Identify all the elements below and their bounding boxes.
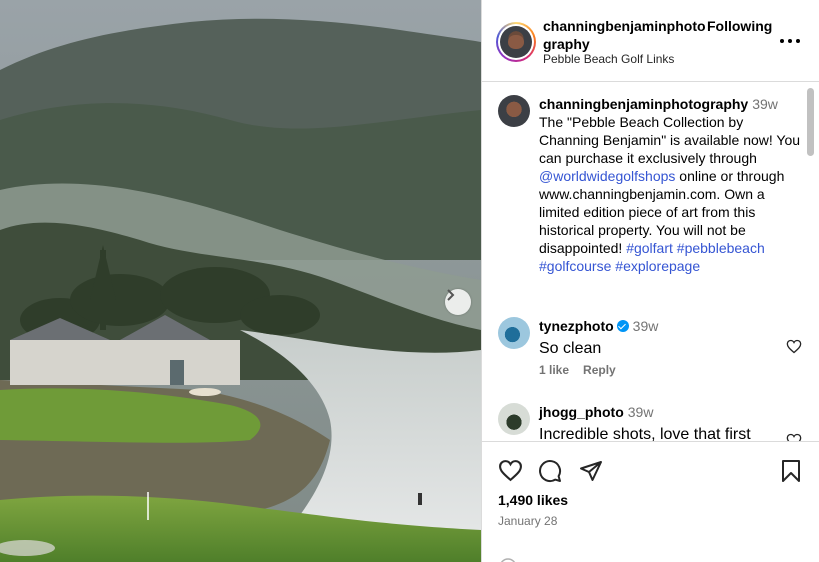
hashtag-link[interactable]: #golfart: [626, 240, 673, 256]
post-image[interactable]: [0, 0, 481, 562]
following-button[interactable]: Following: [707, 17, 772, 35]
comment-header: jhogg_photo 39w: [539, 403, 805, 421]
likes-count[interactable]: 1,490 likes: [498, 492, 568, 508]
comment-time: 39w: [632, 318, 659, 334]
next-image-button[interactable]: [445, 289, 471, 315]
mention-link[interactable]: @worldwidegolfshops: [539, 168, 675, 184]
paper-plane-icon[interactable]: [579, 459, 603, 488]
comment-header: tynezphoto 39w: [539, 317, 805, 335]
bookmark-icon[interactable]: [780, 459, 802, 488]
caption-body: channingbenjaminphotography 39w The "Pebb…: [539, 95, 805, 275]
comment-icon[interactable]: [538, 459, 562, 488]
comment-meta: 1 like Reply: [539, 363, 630, 377]
caption-text-1: The "Pebble Beach Collection by Channing…: [539, 114, 801, 166]
post-location[interactable]: Pebble Beach Golf Links: [543, 52, 674, 66]
comments-scrollbar[interactable]: [807, 88, 814, 156]
reply-button[interactable]: Reply: [583, 363, 616, 377]
hashtag-link[interactable]: #explorepage: [615, 258, 700, 274]
commenter-username[interactable]: jhogg_photo: [539, 404, 624, 420]
chevron-right-icon: [447, 289, 455, 301]
author-avatar[interactable]: [496, 22, 536, 62]
post-actions: 1,490 likes January 28: [482, 441, 819, 562]
comment-item: tynezphoto 39w So clean 1 like Reply: [498, 317, 808, 381]
comment-heart-icon[interactable]: [786, 339, 802, 354]
more-options-icon[interactable]: [780, 33, 800, 49]
post-details-panel: channingbenjaminphotography Following Pe…: [481, 0, 819, 562]
comment-item: jhogg_photo 39w Incredible shots, love th…: [498, 403, 808, 441]
comment-likes[interactable]: 1 like: [539, 363, 569, 377]
commenter-avatar[interactable]: [498, 317, 530, 349]
golf-course-photo: [0, 0, 481, 562]
commenter-avatar[interactable]: [498, 403, 530, 435]
caption-avatar[interactable]: [498, 95, 530, 127]
post-date: January 28: [498, 514, 558, 528]
hashtag-link[interactable]: #golfcourse: [539, 258, 611, 274]
comment-time: 39w: [627, 404, 654, 420]
author-username[interactable]: channingbenjaminphotography: [543, 17, 711, 53]
heart-icon[interactable]: [498, 459, 523, 487]
commenter-username[interactable]: tynezphoto: [539, 318, 614, 334]
comment-text: Incredible shots, love that first: [539, 426, 751, 441]
emoji-icon[interactable]: [498, 557, 518, 562]
add-comment-row: [498, 554, 804, 562]
comment-text: So clean: [539, 340, 602, 357]
comments-list[interactable]: channingbenjaminphotography 39w The "Pebb…: [482, 83, 819, 441]
comment-heart-icon[interactable]: [786, 433, 802, 441]
hashtag-link[interactable]: #pebblebeach: [677, 240, 765, 256]
caption-username[interactable]: channingbenjaminphotography: [539, 96, 748, 112]
post-header: channingbenjaminphotography Following Pe…: [482, 0, 819, 82]
verified-badge-icon: [616, 320, 629, 332]
action-bar: [498, 459, 804, 485]
caption-time: 39w: [752, 96, 778, 112]
